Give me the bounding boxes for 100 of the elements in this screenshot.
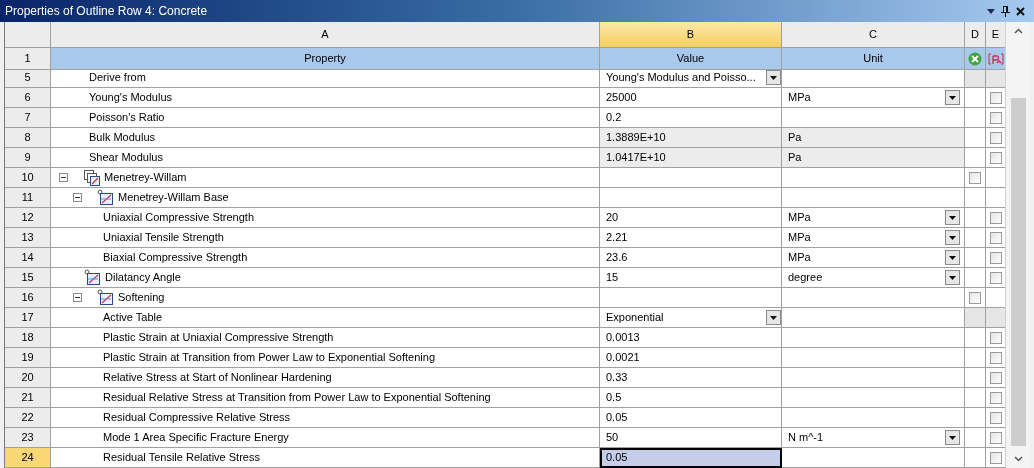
collapse-toggle[interactable] <box>59 173 68 182</box>
table-cell[interactable]: 0.5 <box>600 388 782 408</box>
column-title: Property <box>51 48 600 70</box>
chart-icon <box>97 289 114 306</box>
table-cell[interactable]: 0.0021 <box>600 348 782 368</box>
checkbox[interactable] <box>989 411 1002 424</box>
table-cell: Mode 1 Area Specific Fracture Energy <box>51 428 600 448</box>
checkbox[interactable] <box>989 271 1002 284</box>
pin-icon[interactable] <box>1001 5 1010 17</box>
table-cell[interactable]: 0.2 <box>600 108 782 128</box>
checkbox[interactable] <box>989 371 1002 384</box>
checkbox[interactable] <box>969 291 981 304</box>
table-cell: Plastic Strain at Transition from Power Law to Exponential Softening <box>51 348 600 368</box>
row-number: 5 <box>5 70 51 88</box>
collapse-toggle[interactable] <box>73 293 82 302</box>
unit-text: MPa <box>788 250 812 266</box>
checkbox[interactable] <box>989 211 1002 224</box>
table-cell[interactable]: 50 <box>600 428 782 448</box>
row-number: 22 <box>5 408 51 428</box>
table-cell[interactable]: Young's Modulus and Poisso... <box>600 70 782 88</box>
dropdown-button[interactable] <box>945 210 960 225</box>
table-cell[interactable]: 15 <box>600 268 782 288</box>
table-cell[interactable]: 2.21 <box>600 228 782 248</box>
dropdown-button[interactable] <box>766 310 781 325</box>
table-cell: Residual Compressive Relative Stress <box>51 408 600 428</box>
table-cell[interactable]: 1.3889E+10 <box>600 128 782 148</box>
row-number: 15 <box>5 268 51 288</box>
property-label: Softening <box>118 290 165 306</box>
scroll-up-icon[interactable] <box>1013 28 1023 34</box>
checkbox[interactable] <box>989 351 1002 364</box>
table-cell: Pa <box>782 148 965 168</box>
table-cell[interactable]: 0.05 <box>600 408 782 428</box>
dropdown-button[interactable] <box>945 230 960 245</box>
value-text: Young's Modulus and Poisso... <box>606 70 757 86</box>
chart-icon <box>97 189 114 206</box>
row-number: 11 <box>5 188 51 208</box>
property-label: Menetrey-Willam <box>104 170 187 186</box>
scrollbar[interactable] <box>1005 22 1030 468</box>
row-number: 10 <box>5 168 51 188</box>
checkbox[interactable] <box>989 231 1002 244</box>
dropdown-button[interactable] <box>945 270 960 285</box>
row-number: 19 <box>5 348 51 368</box>
row-number: 12 <box>5 208 51 228</box>
table-cell[interactable]: 0.33 <box>600 368 782 388</box>
table-cell: Residual Tensile Relative Stress <box>51 448 600 468</box>
row-number: 8 <box>5 128 51 148</box>
dropdown-button[interactable] <box>766 70 781 85</box>
unit-text: degree <box>788 270 824 286</box>
dropdown-button[interactable] <box>945 430 960 445</box>
dropdown-button[interactable] <box>945 250 960 265</box>
property-label: Menetrey-Willam Base <box>118 190 229 206</box>
corner-cell[interactable] <box>5 22 51 48</box>
column-header[interactable]: D <box>965 22 986 48</box>
table-cell[interactable]: 0.0013 <box>600 328 782 348</box>
row-number: 14 <box>5 248 51 268</box>
table-cell: Derive from <box>51 70 600 88</box>
table-cell: Relative Stress at Start of Nonlinear Hardening <box>51 368 600 388</box>
table-cell[interactable]: Exponential <box>600 308 782 328</box>
unit-text: MPa <box>788 230 812 246</box>
dropdown-icon[interactable] <box>987 8 995 14</box>
table-cell[interactable]: 25000 <box>600 88 782 108</box>
checkbox[interactable] <box>989 251 1002 264</box>
value-text: Exponential <box>606 310 665 326</box>
checkbox[interactable] <box>969 171 981 184</box>
row-number: 24 <box>5 448 51 468</box>
column-header[interactable]: C <box>782 22 965 48</box>
checkbox[interactable] <box>989 131 1002 144</box>
table-cell[interactable] <box>600 168 782 188</box>
chart-icon <box>84 269 101 286</box>
scroll-thumb[interactable] <box>1010 98 1026 446</box>
table-cell: Residual Relative Stress at Transition from Power Law to Exponential Softening <box>51 388 600 408</box>
dropdown-button[interactable] <box>945 90 960 105</box>
checkbox[interactable] <box>989 391 1002 404</box>
column-header[interactable]: B <box>600 22 782 48</box>
collapse-toggle[interactable] <box>73 193 82 202</box>
close-icon[interactable] <box>1016 6 1025 16</box>
checkbox[interactable] <box>989 451 1002 464</box>
checkbox[interactable] <box>989 91 1002 104</box>
table-cell: Shear Modulus <box>51 148 600 168</box>
checkbox[interactable] <box>989 111 1002 124</box>
table-cell[interactable] <box>600 288 782 308</box>
table-cell[interactable] <box>600 188 782 208</box>
table-cell[interactable]: 0.05 <box>600 448 782 468</box>
column-title: Unit <box>782 48 965 70</box>
table-cell[interactable]: 20 <box>600 208 782 228</box>
row-number: 9 <box>5 148 51 168</box>
checkbox[interactable] <box>989 151 1002 164</box>
column-header[interactable]: E <box>986 22 1006 48</box>
table-cell: Biaxial Compressive Strength <box>51 248 600 268</box>
table-cell[interactable]: 23.6 <box>600 248 782 268</box>
checkbox[interactable] <box>989 331 1002 344</box>
unit-text: MPa <box>788 90 812 106</box>
property-label: Dilatancy Angle <box>105 270 181 286</box>
table-cell: Bulk Modulus <box>51 128 600 148</box>
scroll-down-icon[interactable] <box>1013 456 1023 462</box>
row-number: 6 <box>5 88 51 108</box>
table-cell[interactable]: 1.0417E+10 <box>600 148 782 168</box>
column-header[interactable]: A <box>51 22 600 48</box>
table-cell: Uniaxial Tensile Strength <box>51 228 600 248</box>
checkbox[interactable] <box>989 431 1002 444</box>
